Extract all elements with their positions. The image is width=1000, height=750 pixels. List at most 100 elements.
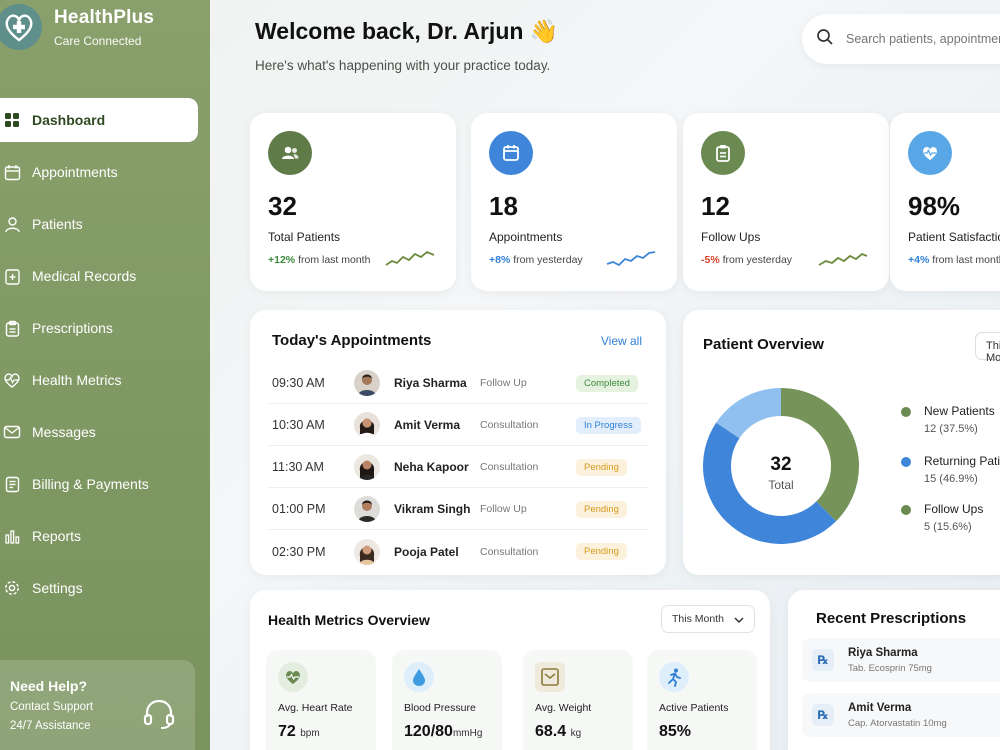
stat-card-patient-satisfaction[interactable]: 98% Patient Satisfaction +4% from last m… [890,113,1000,291]
heart-rate-icon [278,662,308,692]
appointment-time: 11:30 AM [272,460,324,474]
running-person-icon [659,662,689,692]
avatar [354,538,380,565]
metric-value: 68.4 kg [535,723,582,740]
donut-segment-0 [781,388,859,522]
sidebar-item-messages[interactable]: Messages [0,410,210,454]
prescriptions-title: Recent Prescriptions [816,610,967,627]
sidebar-item-appointments[interactable]: Appointments [0,150,210,194]
table-row[interactable]: 01:00 PM Vikram Singh Follow Up Pending [268,489,648,530]
status-badge: Pending [576,500,627,518]
heart-pulse-icon [2,370,22,390]
search-icon [816,28,834,51]
chevron-down-icon [734,615,744,627]
avatar [354,412,380,438]
avatar [354,496,380,522]
metric-label: Avg. Weight [535,702,592,714]
health-metrics-card: Health Metrics Overview This Month Avg. … [250,590,770,750]
sidebar-item-label: Billing & Payments [32,476,149,492]
stat-value: 12 [701,191,730,221]
list-item[interactable]: ℞ Riya Sharma Tab. Ecosprin 75mg [802,638,1000,682]
table-row[interactable]: 02:30 PM Pooja Patel Consultation Pendin… [268,531,648,572]
sparkline [385,250,435,266]
grid-icon [2,110,22,130]
sidebar-item-health-metrics[interactable]: Health Metrics [0,358,210,402]
heart-cross-logo-icon [0,4,42,50]
table-row[interactable]: 09:30 AM Riya Sharma Follow Up Completed [268,363,648,404]
sidebar-item-billing[interactable]: Billing & Payments [0,462,210,506]
sidebar-item-label: Reports [32,528,82,544]
mail-icon [2,422,22,442]
page-title: Welcome back, Dr. Arjun 👋 [255,18,559,44]
appointments-card: Today's Appointments View all 09:30 AM R… [250,310,666,575]
legend-name: New Patients [924,404,995,418]
appointments-title: Today's Appointments [272,332,432,349]
appointment-type: Consultation [480,545,539,558]
metric-tile-blood-pressure[interactable]: Blood Pressure 120/80mmHg [392,650,502,750]
legend-dot [901,407,911,417]
help-panel[interactable]: Need Help? Contact Support 24/7 Assistan… [0,660,195,750]
sidebar-item-dashboard[interactable]: Dashboard [0,98,198,142]
status-badge: Pending [576,458,627,476]
stat-card-appointments[interactable]: 18 Appointments +8% from yesterday [471,113,677,291]
stat-card-total-patients[interactable]: 32 Total Patients +12% from last month [250,113,456,291]
gear-icon [2,578,22,598]
avatar [354,370,380,396]
clipboard-icon [2,318,22,338]
stat-label: Appointments [489,230,563,244]
sidebar-item-label: Patients [32,216,83,232]
search-bar[interactable] [802,14,1000,64]
patient-name: Amit Verma [394,418,461,432]
appointment-time: 02:30 PM [272,544,326,559]
sidebar-item-prescriptions[interactable]: Prescriptions [0,306,210,350]
prescription-drug: Tab. Ecosprin 75mg [848,662,932,674]
rx-icon: ℞ [812,704,834,726]
sidebar-item-settings[interactable]: Settings [0,566,210,610]
metrics-title: Health Metrics Overview [268,612,430,628]
table-row[interactable]: 11:30 AM Neha Kapoor Consultation Pendin… [268,447,648,488]
stat-value: 18 [489,191,518,221]
metric-label: Avg. Heart Rate [278,702,353,714]
patient-name: Riya Sharma [394,376,467,390]
stat-card-follow-ups[interactable]: 12 Follow Ups -5% from yesterday [683,113,889,291]
view-all-link[interactable]: View all [601,334,642,348]
metric-tile-active-patients[interactable]: Active Patients 85% [647,650,757,750]
patient-name: Vikram Singh [394,502,471,516]
brand[interactable]: HealthPlus Care Connected [0,4,154,50]
stat-label: Total Patients [268,230,341,244]
select-value: This Month [672,613,724,625]
metric-tile-heart-rate[interactable]: Avg. Heart Rate 72 bpm [266,650,376,750]
sidebar-item-medical-records[interactable]: Medical Records [0,254,210,298]
legend-dot [901,505,911,515]
patient-name: Neha Kapoor [394,460,469,474]
sidebar-item-label: Settings [32,580,83,596]
patient-name: Pooja Patel [394,544,459,559]
prescription-patient: Riya Sharma [848,646,918,659]
metric-tile-weight[interactable]: Avg. Weight 68.4 kg [523,650,633,750]
prescription-drug: Cap. Atorvastatin 10mg [848,717,947,729]
overview-period-button[interactable]: This Month [975,332,1000,364]
status-badge: Completed [576,374,638,392]
heart-pulse-icon [908,131,952,175]
avatar [354,454,380,480]
table-row[interactable]: 10:30 AM Amit Verma Consultation In Prog… [268,405,648,446]
calendar-icon [2,162,22,182]
list-item[interactable]: ℞ Amit Verma Cap. Atorvastatin 10mg [802,693,1000,737]
metric-label: Active Patients [659,702,729,714]
droplet-icon [404,662,434,692]
user-icon [2,214,22,234]
metrics-period-select[interactable]: This Month [661,605,755,633]
sparkline [606,251,656,267]
metric-value: 72 bpm [278,723,320,740]
search-input[interactable] [846,32,1000,46]
calendar-icon [489,131,533,175]
sidebar-nav: Dashboard Appointments Patients Medical … [0,98,210,618]
sidebar-item-patients[interactable]: Patients [0,202,210,246]
prescriptions-card: Recent Prescriptions ℞ Riya Sharma Tab. … [788,590,1000,750]
sidebar-item-reports[interactable]: Reports [0,514,210,558]
patient-overview-card: Patient Overview This Month 32 Total New… [683,310,1000,575]
sparkline [818,252,868,266]
appointment-time: 09:30 AM [272,376,325,390]
sidebar: HealthPlus Care Connected Dashboard Appo… [0,0,210,750]
users-icon [268,131,312,175]
